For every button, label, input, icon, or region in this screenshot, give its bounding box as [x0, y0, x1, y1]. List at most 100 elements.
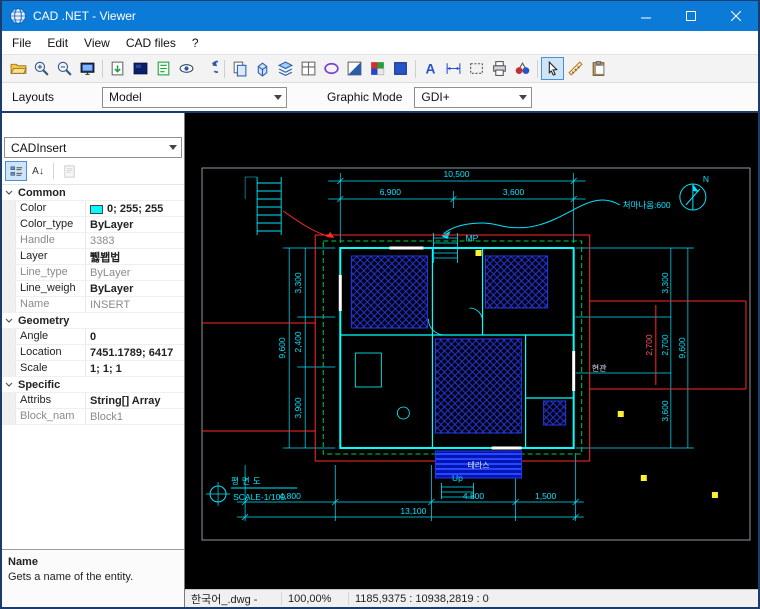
graphic-mode-label: Graphic Mode — [327, 90, 402, 104]
layout-grid-button[interactable] — [297, 57, 320, 80]
dimension-button[interactable] — [442, 57, 465, 80]
open-file-button[interactable] — [7, 57, 30, 80]
status-filename: 한국어_.dwg - — [185, 590, 281, 607]
minimize-button[interactable] — [623, 1, 668, 31]
svg-text:10,500: 10,500 — [443, 169, 469, 179]
dark-screen-button[interactable] — [129, 57, 152, 80]
menu-edit[interactable]: Edit — [39, 32, 76, 54]
chevron-down-icon — [515, 88, 531, 107]
render-rgb-button[interactable] — [366, 57, 389, 80]
property-category-specific[interactable]: Specific — [2, 377, 184, 393]
toolbar-separator — [537, 60, 538, 78]
property-row-angle[interactable]: Angle 0 — [2, 329, 184, 345]
close-button[interactable] — [713, 1, 758, 31]
chevron-down-icon — [165, 138, 181, 157]
drawing-canvas[interactable]: N 처마나옴:600 — [185, 113, 758, 589]
svg-text:6,900: 6,900 — [380, 187, 402, 197]
print-button[interactable] — [488, 57, 511, 80]
svg-text:9,600: 9,600 — [677, 337, 687, 359]
svg-text:현관: 현관 — [592, 363, 607, 373]
property-row-line-type[interactable]: Line_type ByLayer — [2, 265, 184, 281]
draw-text-button[interactable]: A — [419, 57, 442, 80]
rotate-view-button[interactable] — [198, 57, 221, 80]
svg-text:9,600: 9,600 — [277, 337, 287, 359]
layers-button[interactable] — [274, 57, 297, 80]
app-window: CAD .NET - Viewer File Edit View CAD fil… — [0, 0, 760, 609]
properties-panel: CADInsert A↓ Common Color 0; 255; 255 — [2, 113, 185, 607]
property-row-color[interactable]: Color 0; 255; 255 — [2, 201, 184, 217]
color-swatch — [90, 205, 103, 214]
property-pages-button[interactable] — [58, 161, 80, 181]
svg-text:3,900: 3,900 — [293, 397, 303, 419]
property-row-block-name[interactable]: Block_nam Block1 — [2, 409, 184, 425]
zoom-out-button[interactable] — [53, 57, 76, 80]
status-zoom: 100,00% — [281, 592, 349, 605]
selection-box-button[interactable] — [465, 57, 488, 80]
save-image-button[interactable] — [106, 57, 129, 80]
property-row-line-weight[interactable]: Line_weigh ByLayer — [2, 281, 184, 297]
categorized-view-button[interactable] — [5, 161, 27, 181]
layouts-label: Layouts — [12, 90, 54, 104]
chevron-down-icon — [270, 88, 286, 107]
property-help-pane: Name Gets a name of the entity. — [2, 549, 184, 607]
property-grid-toolbar: A↓ — [2, 158, 184, 184]
menu-cad-files[interactable]: CAD files — [118, 32, 184, 54]
property-row-attribs[interactable]: Attribs String[] Array — [2, 393, 184, 409]
chevron-down-icon — [2, 190, 16, 195]
svg-text:2,700: 2,700 — [644, 334, 654, 356]
maximize-button[interactable] — [668, 1, 713, 31]
draw-ellipse-button[interactable] — [320, 57, 343, 80]
svg-text:3,300: 3,300 — [293, 272, 303, 294]
svg-text:3,300: 3,300 — [660, 272, 670, 294]
alphabetical-sort-button[interactable]: A↓ — [27, 161, 49, 181]
svg-text:2,700: 2,700 — [660, 334, 670, 356]
entity-selector[interactable]: CADInsert — [4, 137, 182, 158]
toolbar-separator — [415, 60, 416, 78]
property-grid: Common Color 0; 255; 255 Color_type ByLa… — [2, 184, 184, 549]
block-cube-button[interactable] — [251, 57, 274, 80]
status-coordinates: 1185,9375 : 10938,2819 : 0 — [349, 592, 758, 605]
color-square-button[interactable] — [389, 57, 412, 80]
layouts-select[interactable]: Model — [102, 87, 287, 108]
measure-ruler-button[interactable] — [564, 57, 587, 80]
svg-text:13,100: 13,100 — [400, 506, 426, 516]
graphic-mode-select[interactable]: GDI+ — [414, 87, 532, 108]
window-title: CAD .NET - Viewer — [33, 9, 136, 23]
layout-bar: Layouts Model Graphic Mode GDI+ — [2, 83, 758, 113]
paste-clipboard-button[interactable] — [587, 57, 610, 80]
svg-text:N: N — [703, 174, 709, 184]
app-icon — [9, 7, 27, 25]
svg-text:테라스: 테라스 — [467, 461, 489, 470]
select-cursor-button[interactable] — [541, 57, 564, 80]
property-row-scale[interactable]: Scale 1; 1; 1 — [2, 361, 184, 377]
menu-view[interactable]: View — [76, 32, 118, 54]
find-binoculars-button[interactable] — [511, 57, 534, 80]
svg-text:3,600: 3,600 — [660, 400, 670, 422]
status-bar: 한국어_.dwg - 100,00% 1185,9375 : 10938,281… — [185, 589, 758, 607]
property-row-name[interactable]: Name INSERT — [2, 297, 184, 313]
menu-file[interactable]: File — [4, 32, 39, 54]
property-row-color-type[interactable]: Color_type ByLayer — [2, 217, 184, 233]
property-category-common[interactable]: Common — [2, 185, 184, 201]
zoom-in-button[interactable] — [30, 57, 53, 80]
property-row-layer[interactable]: Layer 쀓봽법 — [2, 249, 184, 265]
copy-entities-button[interactable] — [228, 57, 251, 80]
svg-text:2,400: 2,400 — [293, 331, 303, 353]
property-row-handle[interactable]: Handle 3383 — [2, 233, 184, 249]
property-category-geometry[interactable]: Geometry — [2, 313, 184, 329]
svg-text:Up: Up — [452, 473, 463, 483]
menu-help[interactable]: ? — [184, 32, 207, 54]
raster-image-button[interactable] — [343, 57, 366, 80]
cad-drawing: N 처마나옴:600 — [185, 113, 758, 589]
chevron-down-icon — [2, 318, 16, 323]
window-controls — [623, 1, 758, 31]
svg-text:SCALE-1/100: SCALE-1/100 — [233, 492, 285, 502]
svg-text:MP: MP — [465, 233, 478, 243]
export-document-button[interactable] — [152, 57, 175, 80]
chevron-down-icon — [2, 382, 16, 387]
visual-style-button[interactable] — [175, 57, 198, 80]
zoom-extents-button[interactable] — [76, 57, 99, 80]
property-row-location[interactable]: Location 7451.1789; 6417 — [2, 345, 184, 361]
svg-text:1,500: 1,500 — [535, 491, 557, 501]
toolbar-separator — [102, 60, 103, 78]
